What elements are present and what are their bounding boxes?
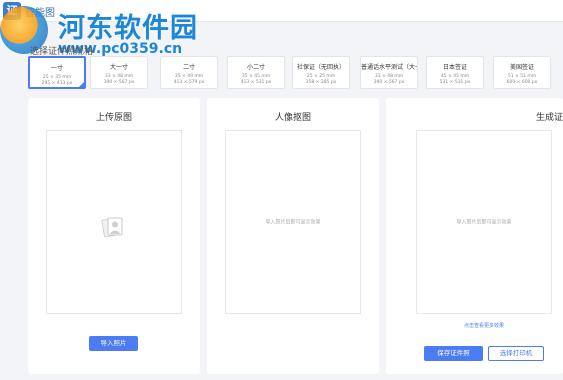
watermark-site-name: 河东软件园 [58, 13, 198, 44]
spec-name: 普通话水平测试（大一 [361, 64, 417, 71]
spec-px: 413 × 531 px [240, 80, 272, 85]
spec-px: 531 × 531 px [439, 80, 471, 85]
portrait-cutout-panel: 人像抠图 导入照片后即可显示效果 [207, 98, 379, 374]
result-preview-hint: 导入照片后即可显示效果 [456, 219, 512, 226]
spec-px: 390 × 567 px [373, 80, 405, 85]
spec-card-small-2inch[interactable]: 小二寸 35 × 45 mm 413 × 531 px [227, 56, 285, 89]
spec-card-1inch[interactable]: 一寸 25 × 35 mm 295 × 413 px [28, 56, 86, 89]
portrait-preview-frame: 导入照片后即可显示效果 [225, 130, 361, 314]
spec-name: 大一寸 [109, 64, 128, 71]
spec-px: 413 × 579 px [173, 80, 205, 85]
spec-card-japan-visa[interactable]: 日本签证 45 × 45 mm 531 × 531 px [426, 56, 484, 89]
spec-name: 社保证（无回执） [296, 64, 345, 71]
spec-mm: 33 × 48 mm [104, 74, 134, 79]
spec-mm: 51 × 51 mm [507, 74, 537, 79]
import-photo-button[interactable]: 导入照片 [89, 336, 138, 351]
upload-panel-title: 上传原图 [95, 113, 132, 123]
spec-px: 390 × 567 px [103, 80, 135, 85]
spec-mm: 35 × 49 mm [174, 74, 204, 79]
spec-px: 600 × 600 px [506, 80, 538, 85]
spec-card-us-visa[interactable]: 美国签证 51 × 51 mm 600 × 600 px [493, 56, 551, 89]
portrait-preview-hint: 导入照片后即可显示效果 [265, 219, 321, 226]
portrait-panel-title: 人像抠图 [274, 113, 311, 123]
spec-card-2inch[interactable]: 二寸 35 × 49 mm 413 × 579 px [160, 56, 218, 89]
result-preview-frame: 导入照片后即可显示效果 [416, 130, 552, 314]
spec-name: 日本签证 [442, 64, 467, 71]
generate-panel: 生成证 导入照片后即可显示效果 点击查看更多效果 保存证件照 选择打印机 [386, 98, 563, 374]
spec-name: 一寸 [50, 65, 63, 72]
spec-mm: 25 × 25 mm [306, 74, 336, 79]
spec-card-social-security[interactable]: 社保证（无回执） 25 × 25 mm 358 × 285 px [292, 56, 350, 89]
generate-panel-title: 生成证 [535, 113, 563, 123]
spec-px: 295 × 413 px [41, 81, 73, 86]
spec-name: 小二寸 [246, 64, 265, 71]
spec-card-large-1inch[interactable]: 大一寸 33 × 48 mm 390 × 567 px [90, 56, 148, 89]
save-id-photo-button[interactable]: 保存证件照 [424, 346, 483, 361]
spec-name: 二寸 [182, 64, 195, 71]
select-printer-button[interactable]: 选择打印机 [488, 346, 544, 361]
spec-mm: 33 × 48 mm [374, 74, 404, 79]
more-effects-link[interactable]: 点击查看更多效果 [464, 322, 504, 329]
spec-mm: 25 × 35 mm [42, 75, 72, 80]
spec-px: 358 × 285 px [305, 80, 337, 85]
spec-card-mandarin-test[interactable]: 普通话水平测试（大一 33 × 48 mm 390 × 567 px [360, 56, 418, 89]
spec-name: 美国签证 [509, 64, 534, 71]
spec-mm: 45 × 45 mm [440, 74, 470, 79]
portrait-photo-icon [101, 217, 123, 238]
spec-mm: 35 × 45 mm [241, 74, 271, 79]
